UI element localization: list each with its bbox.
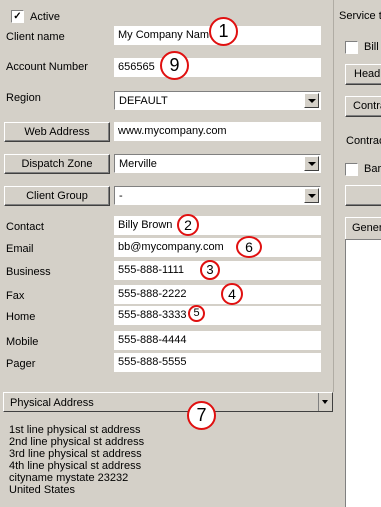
region-value: DEFAULT [119,95,168,107]
panel-divider [333,0,334,392]
gener-tab-label: Gener [352,222,381,234]
mobile-input[interactable]: 555-888-4444 [114,331,321,350]
callout-9: 9 [160,51,189,80]
mobile-label: Mobile [6,336,39,348]
pager-input[interactable]: 555-888-5555 [114,353,321,372]
region-label: Region [6,92,41,104]
active-checkbox[interactable]: ✓ [11,10,24,23]
client-group-select[interactable]: - [114,186,321,205]
bar-label: Bar [364,163,381,175]
client-name-label: Client name [6,31,65,43]
bill-checkbox[interactable] [345,41,358,54]
region-select[interactable]: DEFAULT [114,91,321,110]
head-button[interactable]: Head [345,64,381,85]
callout-3: 3 [200,260,220,280]
client-group-button[interactable]: Client Group [4,186,110,206]
email-label: Email [6,243,34,255]
dispatch-zone-button[interactable]: Dispatch Zone [4,154,110,174]
address-line: 1st line physical st address [9,424,141,436]
web-address-button[interactable]: Web Address [4,122,110,142]
dispatch-zone-select[interactable]: Merville [114,154,321,173]
dispatch-zone-dropdown-arrow-icon[interactable] [304,156,319,171]
account-number-input[interactable]: 656565 [114,58,321,77]
dispatch-zone-value: Merville [119,158,157,170]
home-label: Home [6,311,36,323]
bar-checkbox[interactable] [345,163,358,176]
callout-7: 7 [187,401,216,430]
contra-button[interactable]: Contra [345,96,381,117]
bill-label: Bill [364,41,379,53]
gener-tab-panel [345,239,381,507]
fax-label: Fax [6,290,25,302]
address-line: cityname mystate 23232 [9,472,129,484]
client-group-dropdown-arrow-icon[interactable] [304,188,319,203]
client-group-value: - [119,190,123,202]
address-type-value: Physical Address [10,397,94,409]
right-panel-button[interactable] [345,185,381,206]
address-type-selector[interactable]: Physical Address [3,392,333,412]
web-address-input[interactable]: www.mycompany.com [114,122,321,141]
business-label: Business [6,266,51,278]
region-dropdown-arrow-icon[interactable] [304,93,319,108]
callout-2: 2 [177,214,199,236]
service-label: Service t [339,10,381,22]
home-input[interactable]: 555-888-3333 [114,306,321,325]
address-type-dropdown-arrow-icon[interactable] [318,393,332,411]
address-line: 3rd line physical st address [9,448,142,460]
gener-tab[interactable]: Gener [345,217,381,239]
address-line: 4th line physical st address [9,460,142,472]
fax-input[interactable]: 555-888-2222 [114,285,321,304]
address-block: 1st line physical st address 2nd line ph… [9,424,329,496]
address-line: United States [9,484,76,496]
callout-1: 1 [209,17,238,46]
callout-4: 4 [221,283,243,305]
account-number-label: Account Number [6,61,88,73]
callout-6: 6 [236,236,262,258]
contact-label: Contact [6,221,44,233]
contact-input[interactable]: Billy Brown [114,216,321,235]
email-input[interactable]: bb@mycompany.com [114,238,321,257]
contract-label: Contrac [346,135,381,147]
active-label: Active [30,11,60,23]
address-line: 2nd line physical st address [9,436,145,448]
pager-label: Pager [6,358,36,370]
callout-5: 5 [188,305,205,322]
